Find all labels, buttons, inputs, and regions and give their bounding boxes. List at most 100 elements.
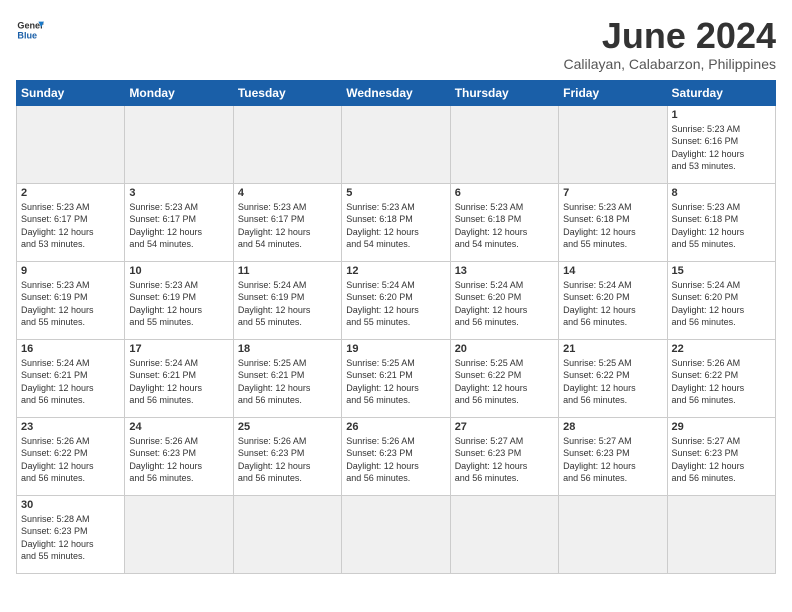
day-info: Sunrise: 5:27 AM Sunset: 6:23 PM Dayligh… xyxy=(672,435,771,485)
calendar-week-4: 23Sunrise: 5:26 AM Sunset: 6:22 PM Dayli… xyxy=(17,417,776,495)
calendar-cell: 20Sunrise: 5:25 AM Sunset: 6:22 PM Dayli… xyxy=(450,339,558,417)
day-number: 7 xyxy=(563,187,662,199)
calendar-cell: 5 Sunrise: 5:23 AM Sunset: 6:18 PM Daylig… xyxy=(342,183,450,261)
calendar-cell: 24Sunrise: 5:26 AM Sunset: 6:23 PM Dayli… xyxy=(125,417,233,495)
calendar-cell: 23Sunrise: 5:26 AM Sunset: 6:22 PM Dayli… xyxy=(17,417,125,495)
calendar-cell xyxy=(450,495,558,573)
day-info: Sunrise: 5:24 AM Sunset: 6:20 PM Dayligh… xyxy=(346,279,445,329)
day-info: Sunrise: 5:24 AM Sunset: 6:21 PM Dayligh… xyxy=(21,357,120,407)
svg-text:Blue: Blue xyxy=(17,30,37,40)
day-info: Sunrise: 5:24 AM Sunset: 6:20 PM Dayligh… xyxy=(455,279,554,329)
calendar-week-5: 30Sunrise: 5:28 AM Sunset: 6:23 PM Dayli… xyxy=(17,495,776,573)
day-info: Sunrise: 5:23 AM Sunset: 6:19 PM Dayligh… xyxy=(21,279,120,329)
day-info: Sunrise: 5:27 AM Sunset: 6:23 PM Dayligh… xyxy=(563,435,662,485)
calendar-title: June 2024 xyxy=(564,16,776,56)
calendar-cell: 27 Sunrise: 5:27 AM Sunset: 6:23 PM Dayli… xyxy=(450,417,558,495)
calendar-body: 1 Sunrise: 5:23 AM Sunset: 6:16 PM Daylig… xyxy=(17,105,776,573)
calendar-cell: 25 Sunrise: 5:26 AM Sunset: 6:23 PM Dayli… xyxy=(233,417,341,495)
calendar-cell xyxy=(450,105,558,183)
day-number: 17 xyxy=(129,343,228,355)
day-info: Sunrise: 5:24 AM Sunset: 6:19 PM Dayligh… xyxy=(238,279,337,329)
day-number: 10 xyxy=(129,265,228,277)
day-info: Sunrise: 5:24 AM Sunset: 6:21 PM Dayligh… xyxy=(129,357,228,407)
calendar-cell xyxy=(667,495,775,573)
day-info: Sunrise: 5:23 AM Sunset: 6:18 PM Dayligh… xyxy=(346,201,445,251)
calendar-cell: 11 Sunrise: 5:24 AM Sunset: 6:19 PM Dayli… xyxy=(233,261,341,339)
calendar-cell xyxy=(559,495,667,573)
day-number: 16 xyxy=(21,343,120,355)
calendar-week-1: 2 Sunrise: 5:23 AM Sunset: 6:17 PM Daylig… xyxy=(17,183,776,261)
weekday-header-thursday: Thursday xyxy=(450,80,558,105)
calendar-cell: 19Sunrise: 5:25 AM Sunset: 6:21 PM Dayli… xyxy=(342,339,450,417)
day-number: 18 xyxy=(238,343,337,355)
calendar-cell: 1 Sunrise: 5:23 AM Sunset: 6:16 PM Daylig… xyxy=(667,105,775,183)
calendar-cell: 28 Sunrise: 5:27 AM Sunset: 6:23 PM Dayli… xyxy=(559,417,667,495)
day-number: 6 xyxy=(455,187,554,199)
day-number: 11 xyxy=(238,265,337,277)
day-number: 1 xyxy=(672,109,771,121)
calendar-cell: 16 Sunrise: 5:24 AM Sunset: 6:21 PM Dayli… xyxy=(17,339,125,417)
calendar-cell: 9 Sunrise: 5:23 AM Sunset: 6:19 PM Daylig… xyxy=(17,261,125,339)
calendar-cell: 30Sunrise: 5:28 AM Sunset: 6:23 PM Dayli… xyxy=(17,495,125,573)
day-number: 28 xyxy=(563,421,662,433)
day-info: Sunrise: 5:27 AM Sunset: 6:23 PM Dayligh… xyxy=(455,435,554,485)
day-number: 3 xyxy=(129,187,228,199)
calendar-cell xyxy=(342,105,450,183)
calendar-header: SundayMondayTuesdayWednesdayThursdayFrid… xyxy=(17,80,776,105)
day-info: Sunrise: 5:26 AM Sunset: 6:23 PM Dayligh… xyxy=(346,435,445,485)
title-block: June 2024 Calilayan, Calabarzon, Philipp… xyxy=(564,16,776,72)
calendar-cell: 29 Sunrise: 5:27 AM Sunset: 6:23 PM Dayli… xyxy=(667,417,775,495)
calendar-subtitle: Calilayan, Calabarzon, Philippines xyxy=(564,56,776,72)
day-number: 4 xyxy=(238,187,337,199)
day-info: Sunrise: 5:26 AM Sunset: 6:23 PM Dayligh… xyxy=(129,435,228,485)
calendar-cell: 21Sunrise: 5:25 AM Sunset: 6:22 PM Dayli… xyxy=(559,339,667,417)
weekday-header-wednesday: Wednesday xyxy=(342,80,450,105)
day-info: Sunrise: 5:23 AM Sunset: 6:16 PM Dayligh… xyxy=(672,123,771,173)
day-number: 30 xyxy=(21,499,120,511)
calendar-cell: 7 Sunrise: 5:23 AM Sunset: 6:18 PM Daylig… xyxy=(559,183,667,261)
weekday-header-saturday: Saturday xyxy=(667,80,775,105)
calendar-cell: 2Sunrise: 5:23 AM Sunset: 6:17 PM Daylig… xyxy=(17,183,125,261)
calendar-cell: 22Sunrise: 5:26 AM Sunset: 6:22 PM Dayli… xyxy=(667,339,775,417)
day-number: 26 xyxy=(346,421,445,433)
weekday-header-row: SundayMondayTuesdayWednesdayThursdayFrid… xyxy=(17,80,776,105)
day-number: 20 xyxy=(455,343,554,355)
calendar-cell xyxy=(125,495,233,573)
day-number: 2 xyxy=(21,187,120,199)
calendar-cell xyxy=(125,105,233,183)
day-number: 9 xyxy=(21,265,120,277)
calendar-cell: 18Sunrise: 5:25 AM Sunset: 6:21 PM Dayli… xyxy=(233,339,341,417)
calendar-table: SundayMondayTuesdayWednesdayThursdayFrid… xyxy=(16,80,776,574)
day-number: 29 xyxy=(672,421,771,433)
day-info: Sunrise: 5:23 AM Sunset: 6:18 PM Dayligh… xyxy=(455,201,554,251)
calendar-cell: 14 Sunrise: 5:24 AM Sunset: 6:20 PM Dayli… xyxy=(559,261,667,339)
day-number: 13 xyxy=(455,265,554,277)
calendar-cell: 12 Sunrise: 5:24 AM Sunset: 6:20 PM Dayli… xyxy=(342,261,450,339)
day-info: Sunrise: 5:24 AM Sunset: 6:20 PM Dayligh… xyxy=(563,279,662,329)
day-number: 27 xyxy=(455,421,554,433)
day-info: Sunrise: 5:23 AM Sunset: 6:17 PM Dayligh… xyxy=(129,201,228,251)
day-info: Sunrise: 5:23 AM Sunset: 6:17 PM Dayligh… xyxy=(238,201,337,251)
day-number: 22 xyxy=(672,343,771,355)
day-info: Sunrise: 5:24 AM Sunset: 6:20 PM Dayligh… xyxy=(672,279,771,329)
day-number: 8 xyxy=(672,187,771,199)
generalblue-logo-icon: General Blue xyxy=(16,16,44,44)
day-number: 21 xyxy=(563,343,662,355)
calendar-cell xyxy=(559,105,667,183)
day-number: 5 xyxy=(346,187,445,199)
calendar-cell: 10 Sunrise: 5:23 AM Sunset: 6:19 PM Dayli… xyxy=(125,261,233,339)
day-number: 12 xyxy=(346,265,445,277)
weekday-header-friday: Friday xyxy=(559,80,667,105)
day-info: Sunrise: 5:23 AM Sunset: 6:18 PM Dayligh… xyxy=(563,201,662,251)
calendar-week-0: 1 Sunrise: 5:23 AM Sunset: 6:16 PM Daylig… xyxy=(17,105,776,183)
day-info: Sunrise: 5:25 AM Sunset: 6:21 PM Dayligh… xyxy=(346,357,445,407)
day-info: Sunrise: 5:23 AM Sunset: 6:18 PM Dayligh… xyxy=(672,201,771,251)
calendar-cell: 15Sunrise: 5:24 AM Sunset: 6:20 PM Dayli… xyxy=(667,261,775,339)
calendar-cell xyxy=(342,495,450,573)
weekday-header-tuesday: Tuesday xyxy=(233,80,341,105)
calendar-week-3: 16 Sunrise: 5:24 AM Sunset: 6:21 PM Dayli… xyxy=(17,339,776,417)
day-number: 14 xyxy=(563,265,662,277)
day-info: Sunrise: 5:23 AM Sunset: 6:19 PM Dayligh… xyxy=(129,279,228,329)
day-number: 25 xyxy=(238,421,337,433)
day-info: Sunrise: 5:26 AM Sunset: 6:23 PM Dayligh… xyxy=(238,435,337,485)
